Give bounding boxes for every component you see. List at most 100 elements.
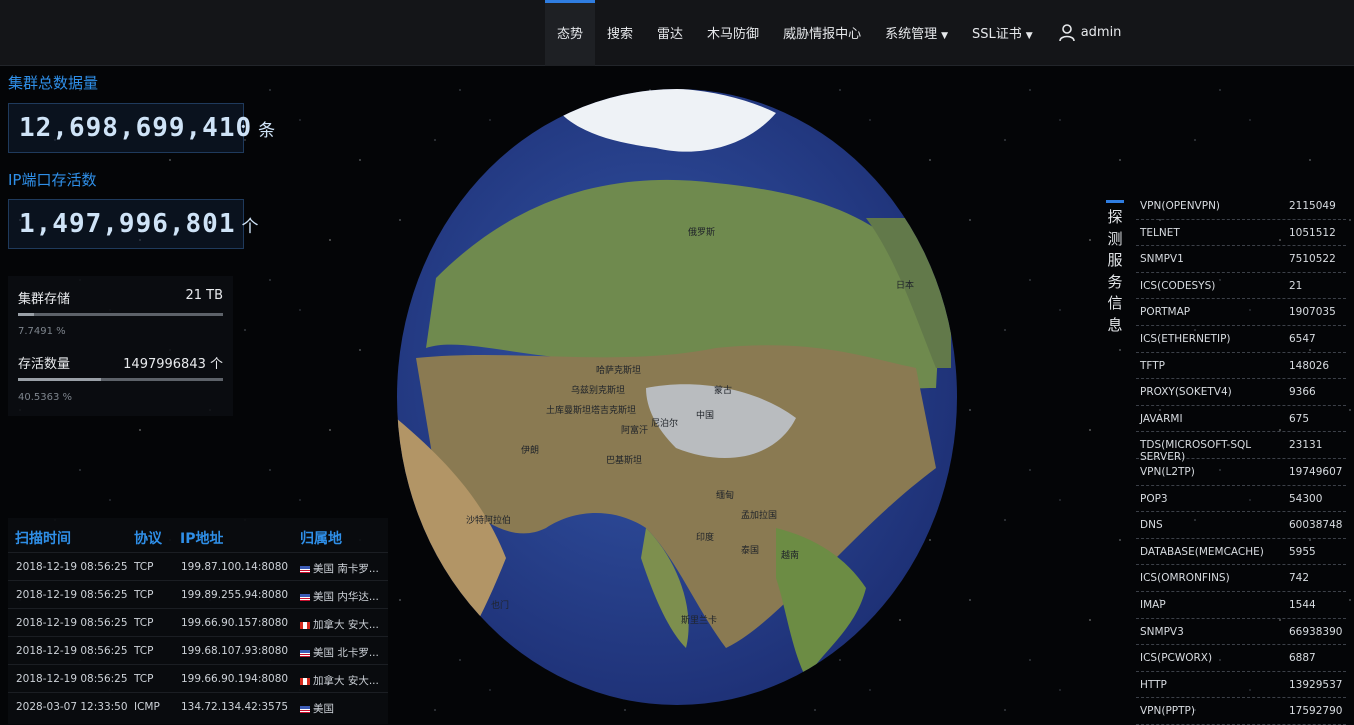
service-name: TFTP [1140,359,1166,372]
header-location: 归属地 [300,531,342,547]
table-row[interactable]: 2018-12-19 08:56:25 TCP 199.68.107.93:8080… [8,636,388,665]
globe-country-label: 泰国 [741,544,759,556]
service-row[interactable]: VPN(PPTP) 17592790 [1136,698,1346,725]
service-count: 1544 [1289,599,1316,611]
storage-progress-fill [18,313,34,316]
globe-svg: 俄罗斯蒙古中国 日本印度 哈萨克斯坦乌兹别克斯坦土库曼斯坦阿富汗巴基斯坦 伊朗沙特阿拉… [397,89,957,705]
service-count: 19749607 [1289,466,1343,478]
tab-char: 探 [1107,208,1123,226]
cell-location: 美国 北卡罗... [300,645,386,660]
globe-country-label: 中国 [696,409,714,421]
service-count: 6547 [1289,333,1316,345]
total-data-box: 12,698,699,410 条 [8,103,275,153]
cell-protocol: TCP [134,617,154,629]
location-text: 加拿大 安大... [313,619,379,631]
location-text: 美国 南卡罗... [313,563,379,575]
service-count: 9366 [1289,386,1316,399]
nav-search[interactable]: 搜索 [595,0,645,66]
service-row[interactable]: ICS(OMRONFINS) 742 [1136,565,1346,592]
storage-panel: 集群存储 21 TB 7.7491 % 存活数量 1497996843 个 40… [8,276,233,416]
service-row[interactable]: VPN(L2TP) 19749607 [1136,459,1346,486]
cell-scan-time: 2018-12-19 08:56:25 [16,673,128,685]
service-name: JAVARMI [1140,412,1183,425]
nav-ssl-cert-dropdown[interactable]: SSL证书 ▼ [960,0,1045,66]
service-count: 5955 [1289,545,1316,558]
service-row[interactable]: TDS(MICROSOFT-SQL SERVER) 23131 [1136,432,1346,463]
service-row[interactable]: JAVARMI 675 [1136,406,1346,433]
globe-country-label: 土库曼斯坦 [546,404,591,416]
top-nav-bar: 态势 搜索 雷达 木马防御 威胁情报中心 系统管理 ▼ SSL证书 ▼ admin [0,0,1354,66]
service-name: IMAP [1140,599,1166,611]
us-flag-icon [300,649,310,657]
globe-country-label: 塔吉克斯坦 [591,404,636,416]
table-row[interactable]: 2018-12-19 08:56:25 TCP 199.66.90.157:8080… [8,608,388,637]
storage-label: 集群存储 [18,292,71,307]
table-row[interactable]: 2018-12-19 08:56:25 TCP 199.87.100.14:8080… [8,552,388,581]
nav-situation[interactable]: 态势 [545,0,596,66]
nav-threat-intel[interactable]: 威胁情报中心 [771,0,873,66]
table-row[interactable]: 2018-12-19 08:56:25 TCP 199.89.255.94:8080… [8,580,388,609]
service-row[interactable]: PROXY(SOKETV4) 9366 [1136,379,1346,406]
location-text: 美国 内华达... [313,591,379,603]
earth-globe[interactable]: 俄罗斯 蒙古 中国 日本 印度 哈萨克斯坦 乌兹别克斯坦 土库曼斯坦 阿富汗 巴基斯坦 伊朗 沙特阿拉… [396,88,958,706]
detected-services-tab[interactable]: 探 测 服 务 信 息 [1100,200,1130,336]
header-protocol: 协议 [134,531,162,547]
alive-ip-port-box: 1,497,996,801 个 [8,199,259,249]
table-row[interactable]: 2028-03-07 12:33:50 ICMP 134.72.134.42:357… [8,692,388,721]
service-name: HTTP [1140,678,1167,691]
nav-trojan-defense[interactable]: 木马防御 [695,0,771,66]
service-row[interactable]: ICS(CODESYS) 21 [1136,273,1346,300]
tab-char: 息 [1107,315,1123,334]
cell-scan-time: 2018-12-19 08:56:25 [16,561,128,573]
service-count: 66938390 [1289,625,1343,638]
service-name: PORTMAP [1140,306,1191,319]
service-count: 1907035 [1289,306,1336,319]
caret-down-icon: ▼ [941,31,949,41]
username: admin [1080,25,1122,40]
service-name: VPN(PPTP) [1140,705,1195,718]
cell-location: 加拿大 安大... [300,673,386,688]
service-row[interactable]: PORTMAP 1907035 [1136,299,1346,326]
service-row[interactable]: TELNET 1051512 [1136,220,1346,247]
service-row[interactable]: SNMPV1 7510522 [1136,246,1346,273]
cell-location: 美国 南卡罗... [300,561,386,576]
nav-system-admin-dropdown[interactable]: 系统管理 ▼ [873,0,960,66]
service-row[interactable]: ICS(ETHERNETIP) 6547 [1136,326,1346,353]
user-menu[interactable]: admin [1045,0,1134,66]
nav-radar[interactable]: 雷达 [645,0,695,66]
service-count: 23131 [1289,439,1323,452]
globe-country-label: 斯里兰卡 [681,614,717,626]
cell-scan-time: 2018-12-19 08:56:25 [16,589,128,601]
service-row[interactable]: SNMPV3 66938390 [1136,619,1346,646]
service-row[interactable]: TFTP 148026 [1136,353,1346,380]
user-icon [1058,24,1075,42]
alive-count-progress-fill [18,378,102,381]
service-count: 675 [1289,412,1310,425]
alive-count-label: 存活数量 [18,357,71,372]
service-row[interactable]: HTTP 13929537 [1136,672,1346,699]
globe-country-label: 印度 [696,531,714,543]
service-name: DNS [1140,519,1163,532]
service-row[interactable]: IMAP 1544 [1136,592,1346,619]
globe-country-label: 缅甸 [716,489,734,501]
table-row[interactable]: 2018-12-19 08:56:25 TCP 199.66.90.194:8080… [8,664,388,693]
canada-flag-icon [300,677,310,685]
globe-country-label: 俄罗斯 [688,226,715,238]
service-row[interactable]: VPN(OPENVPN) 2115049 [1136,193,1346,220]
cell-ip: 199.89.255.94:8080 [181,589,289,601]
service-count: 742 [1289,572,1310,585]
alive-count-value: 1497996843 个 [123,357,223,372]
cell-ip: 199.66.90.157:8080 [181,617,289,629]
service-row[interactable]: DATABASE(MEMCACHE) 5955 [1136,539,1346,566]
nav-system-admin-label: 系统管理 [885,27,938,42]
service-name: ICS(OMRONFINS) [1140,572,1230,585]
storage-percent: 7.7491 % [18,326,66,337]
service-row[interactable]: POP3 54300 [1136,486,1346,513]
canada-flag-icon [300,621,310,629]
scan-table-header: 扫描时间 协议 IP地址 归属地 [8,518,388,552]
service-row[interactable]: DNS 60038748 [1136,512,1346,539]
service-row[interactable]: ICS(PCWORX) 6887 [1136,645,1346,672]
service-count: 2115049 [1289,200,1336,212]
storage-progress-bar [18,313,223,316]
cell-location: 美国 [300,701,386,716]
